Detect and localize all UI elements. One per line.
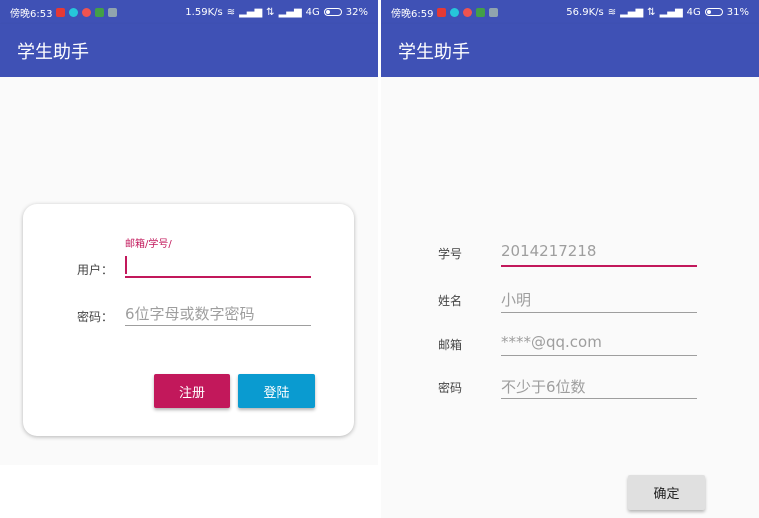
password-hint: 6位字母或数字密码 [125, 305, 255, 323]
register-button[interactable]: 注册 [154, 374, 230, 408]
student-id-label: 学号 [438, 247, 463, 261]
user-float-label: 邮箱/学号/ [125, 239, 172, 250]
student-id-input[interactable]: 2014217218 [501, 242, 596, 260]
wifi-icon: ≋ [607, 6, 617, 18]
notification-icon [437, 7, 447, 17]
app-title: 学生助手 [17, 41, 89, 63]
login-card: 邮箱/学号/ 用户： 密码： 6位字母或数字密码 注册 登陆 [23, 204, 354, 436]
notification-icon [463, 7, 473, 17]
status-bar: 傍晚6:59 56.9K/s ≋ ▂▄▆ ⇅ ▂▄▆ 4G 31% [381, 0, 759, 24]
login-button[interactable]: 登陆 [238, 374, 315, 408]
signal-icon: ▂▄▆ [620, 6, 644, 18]
email-label: 邮箱 [438, 338, 463, 352]
notification-icon [450, 7, 460, 17]
network-speed: 56.9K/s [566, 6, 604, 18]
password-label: 密码 [438, 381, 463, 395]
name-label: 姓名 [438, 294, 463, 308]
text-cursor [125, 256, 127, 274]
email-underline [501, 355, 697, 356]
notification-icon [95, 7, 105, 17]
app-title: 学生助手 [398, 41, 470, 63]
battery-icon [704, 8, 723, 16]
network-speed: 1.59K/s [185, 6, 223, 18]
signal-icon: ▂▄▆ [659, 6, 683, 18]
name-underline [501, 312, 697, 313]
notification-icon [476, 7, 486, 17]
notification-icon [69, 7, 79, 17]
login-screen: 傍晚6:53 1.59K/s ≋ ▂▄▆ ⇅ ▂▄▆ 4G 32% 学生助手 邮… [0, 0, 378, 518]
battery-percent: 32% [345, 6, 368, 18]
signal-icon: ▂▄▆ [278, 6, 302, 18]
data-transfer-icon: ⇅ [266, 6, 275, 18]
email-input[interactable]: ****@qq.com [501, 333, 602, 351]
notification-icon [489, 7, 499, 17]
status-time: 傍晚6:59 [391, 8, 434, 20]
battery-percent: 31% [726, 6, 749, 18]
notification-icon [82, 7, 92, 17]
wifi-icon: ≋ [226, 6, 236, 18]
data-transfer-icon: ⇅ [647, 6, 656, 18]
login-content: 邮箱/学号/ 用户： 密码： 6位字母或数字密码 注册 登陆 [0, 77, 378, 465]
battery-icon [323, 8, 342, 16]
user-label: 用户： [77, 263, 114, 277]
app-toolbar: 学生助手 [381, 24, 759, 77]
register-screen: 傍晚6:59 56.9K/s ≋ ▂▄▆ ⇅ ▂▄▆ 4G 31% 学生助手 学… [381, 0, 759, 518]
status-time: 傍晚6:53 [10, 8, 53, 20]
signal-icon: ▂▄▆ [239, 6, 263, 18]
app-toolbar: 学生助手 [0, 24, 378, 77]
password-input[interactable] [125, 325, 311, 326]
notification-icon [108, 7, 118, 17]
notification-icon [56, 7, 66, 17]
password-label: 密码： [77, 310, 114, 324]
user-input[interactable] [125, 276, 311, 278]
confirm-button[interactable]: 确定 [628, 475, 705, 510]
student-id-underline [501, 265, 697, 267]
password-input[interactable]: 不少于6位数 [501, 376, 586, 397]
status-bar: 傍晚6:53 1.59K/s ≋ ▂▄▆ ⇅ ▂▄▆ 4G 32% [0, 0, 378, 24]
password-underline [501, 398, 697, 399]
name-input[interactable]: 小明 [501, 289, 531, 310]
network-type: 4G [305, 6, 320, 18]
network-type: 4G [686, 6, 701, 18]
